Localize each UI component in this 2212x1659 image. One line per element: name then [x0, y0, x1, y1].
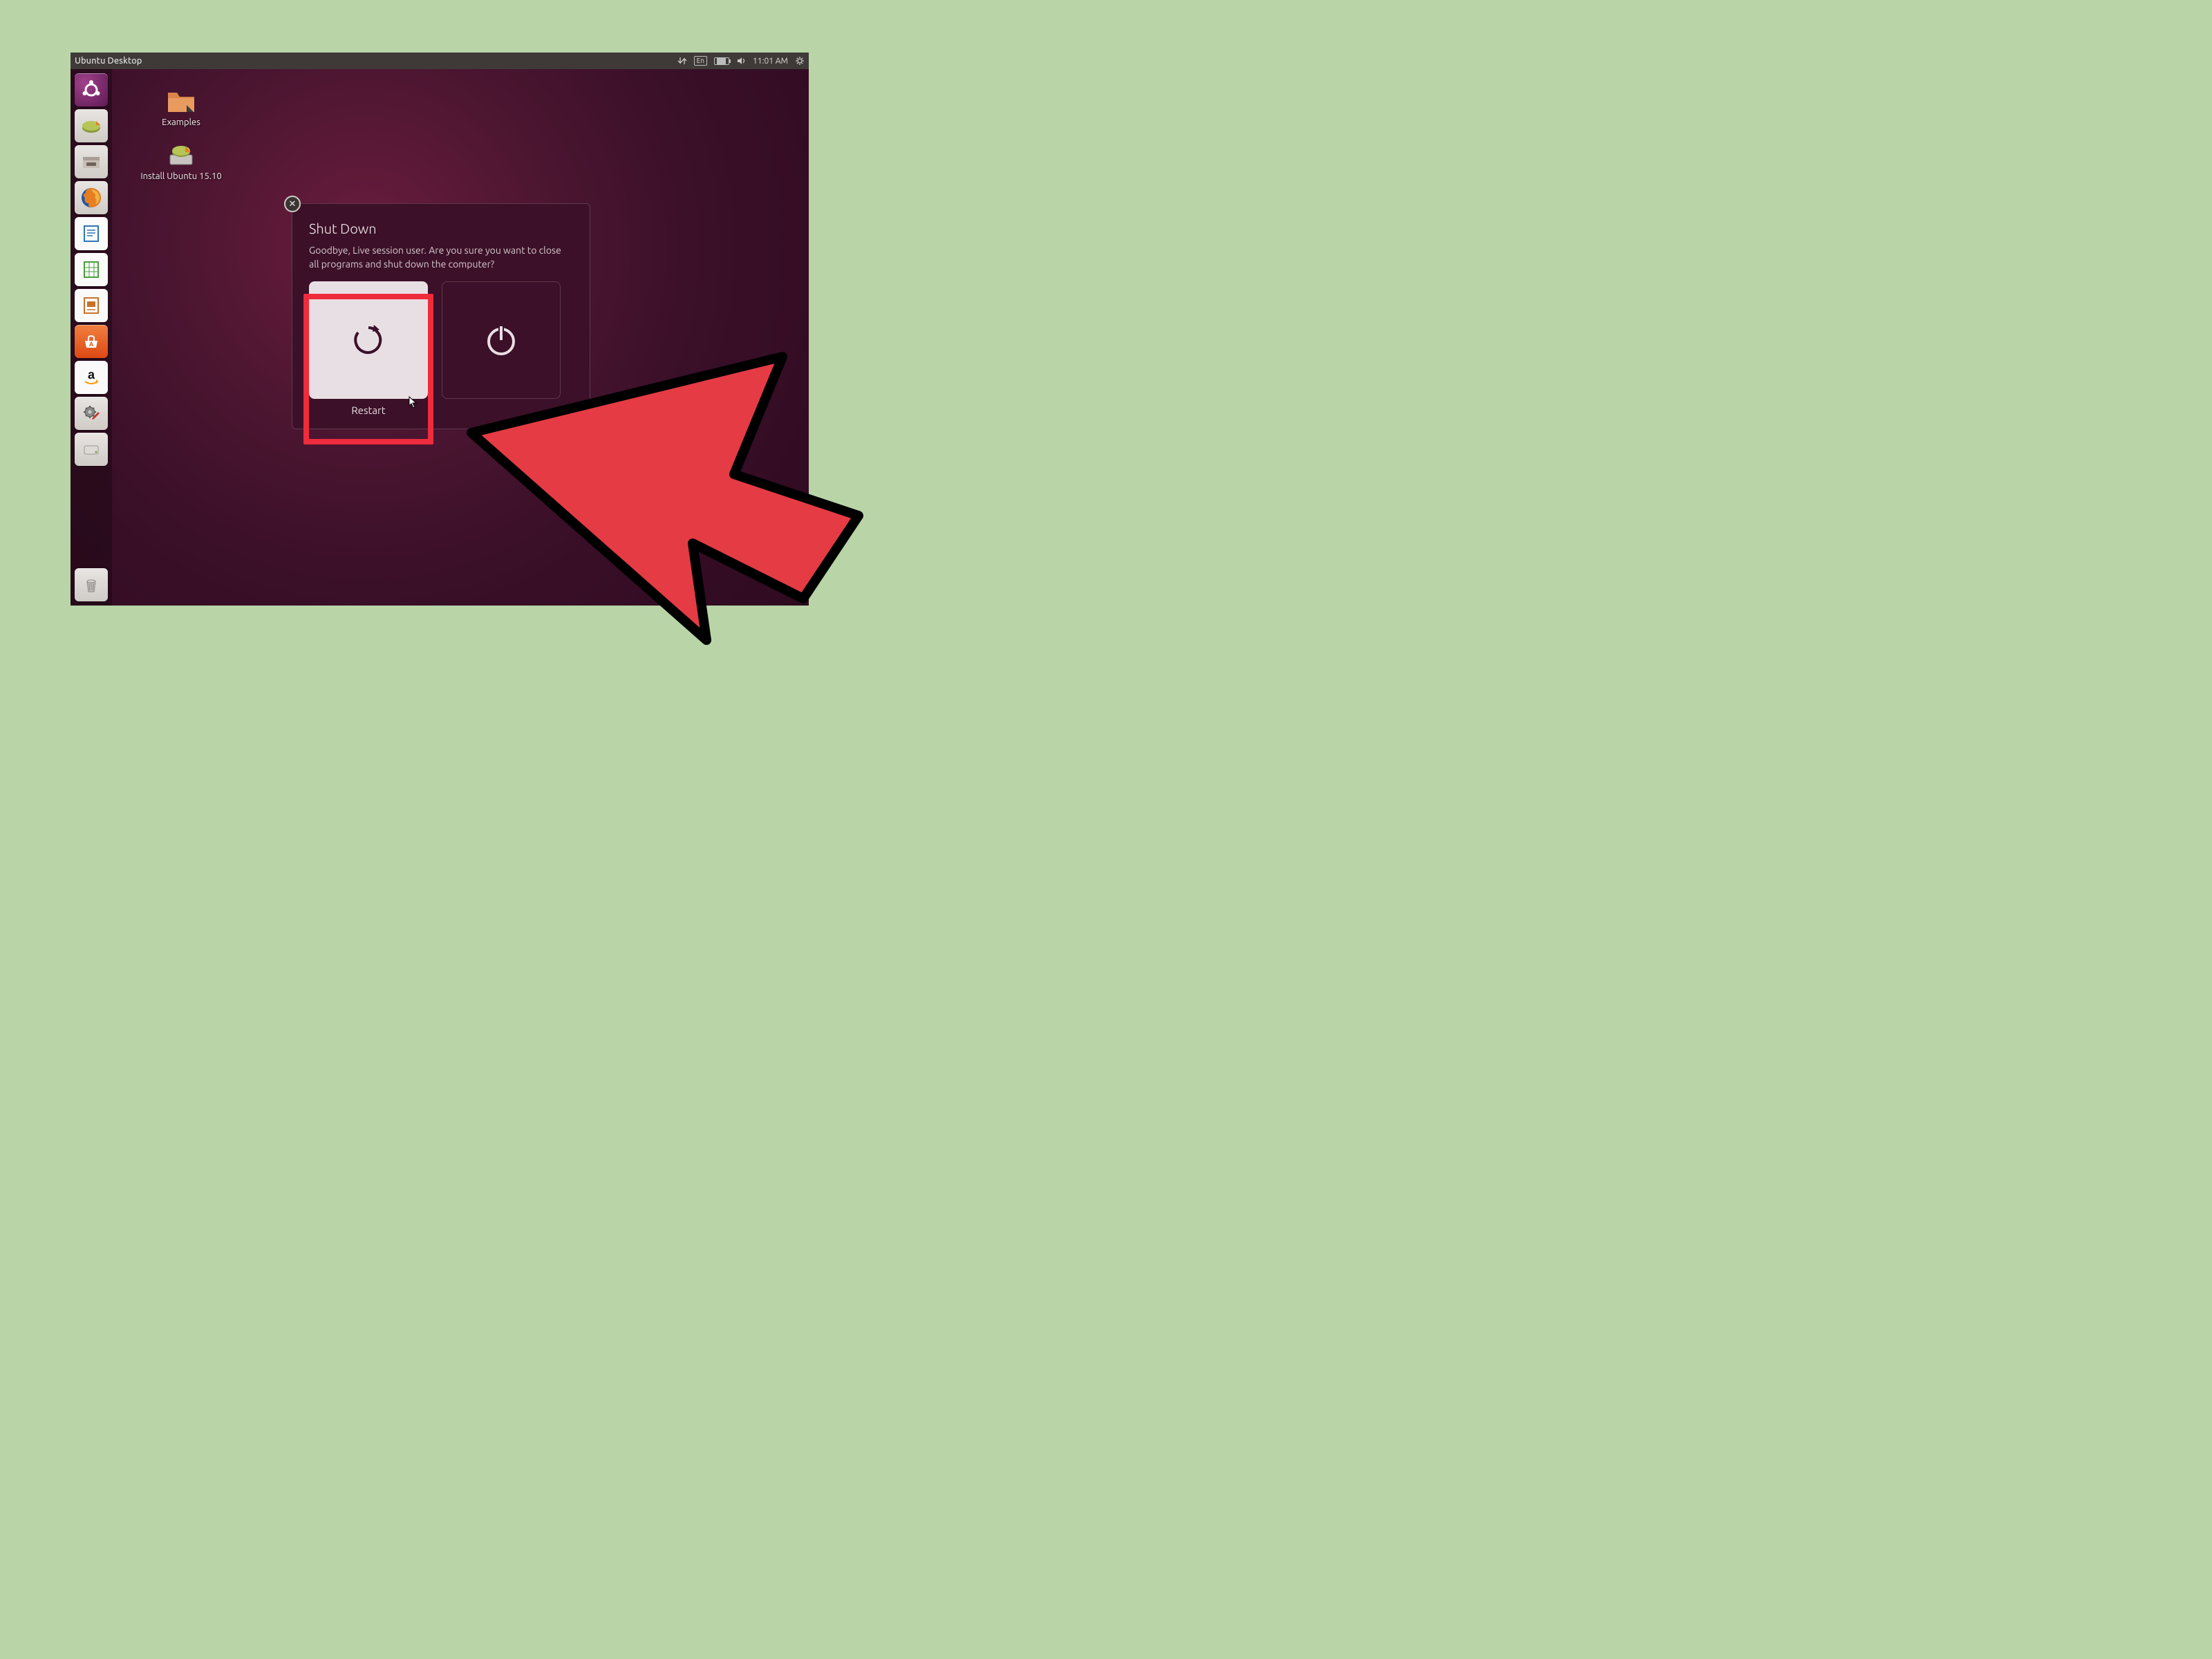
launcher-impress[interactable] [75, 289, 108, 322]
network-icon[interactable] [677, 56, 687, 66]
launcher-files[interactable] [75, 145, 108, 178]
launcher-firefox[interactable] [75, 181, 108, 214]
calc-icon [81, 259, 102, 280]
dialog-options: Restart [309, 281, 573, 416]
top-menu-bar: Ubuntu Desktop En 11:01 AM [71, 53, 809, 69]
launcher-devices[interactable] [75, 109, 108, 142]
restart-label: Restart [351, 404, 385, 416]
power-icon [482, 321, 521, 359]
launcher-amazon[interactable]: a [75, 361, 108, 394]
ubuntu-desktop-screenshot: Ubuntu Desktop En 11:01 AM [71, 53, 809, 606]
devices-icon [79, 114, 103, 138]
software-icon: A [81, 331, 102, 352]
dialog-title: Shut Down [309, 221, 573, 236]
impress-icon [81, 295, 102, 316]
install-icon [166, 142, 196, 169]
close-icon: ✕ [289, 199, 297, 209]
shutdown-option[interactable] [442, 281, 561, 416]
ubuntu-logo-icon [79, 78, 103, 102]
topbar-indicators: En 11:01 AM [677, 56, 805, 66]
restart-icon [349, 321, 388, 359]
launcher-calc[interactable] [75, 253, 108, 286]
disk-icon [81, 439, 102, 460]
trash-icon [81, 574, 102, 595]
shutdown-tile [442, 281, 561, 399]
dialog-close-button[interactable]: ✕ [284, 196, 301, 212]
volume-icon[interactable] [736, 56, 746, 66]
unity-launcher: A a [71, 69, 112, 606]
svg-text:a: a [88, 368, 95, 382]
shutdown-dialog: ✕ Shut Down Goodbye, Live session user. … [292, 203, 590, 429]
launcher-settings[interactable] [75, 397, 108, 430]
launcher-disk[interactable] [75, 433, 108, 466]
folder-icon [166, 88, 196, 115]
desktop-icon-examples[interactable]: Examples [133, 88, 229, 127]
launcher-writer[interactable] [75, 217, 108, 250]
session-gear-icon[interactable] [795, 56, 805, 66]
desktop-icon-label: Install Ubuntu 15.10 [140, 171, 221, 181]
keyboard-indicator[interactable]: En [694, 56, 707, 66]
battery-icon[interactable] [714, 57, 729, 65]
launcher-dash[interactable] [75, 73, 108, 106]
launcher-trash[interactable] [75, 568, 108, 601]
desktop-icon-install[interactable]: Install Ubuntu 15.10 [133, 142, 229, 181]
desktop-icon-label: Examples [162, 118, 200, 127]
dialog-body: Goodbye, Live session user. Are you sure… [309, 243, 573, 272]
restart-option[interactable]: Restart [309, 281, 428, 416]
restart-tile [309, 281, 428, 399]
settings-icon [80, 402, 102, 424]
amazon-icon: a [80, 366, 102, 388]
svg-text:A: A [89, 341, 94, 348]
writer-icon [81, 223, 102, 244]
firefox-icon [79, 185, 104, 210]
clock[interactable]: 11:01 AM [753, 57, 788, 66]
files-icon [79, 150, 103, 174]
launcher-software[interactable]: A [75, 325, 108, 358]
topbar-title: Ubuntu Desktop [75, 56, 142, 66]
